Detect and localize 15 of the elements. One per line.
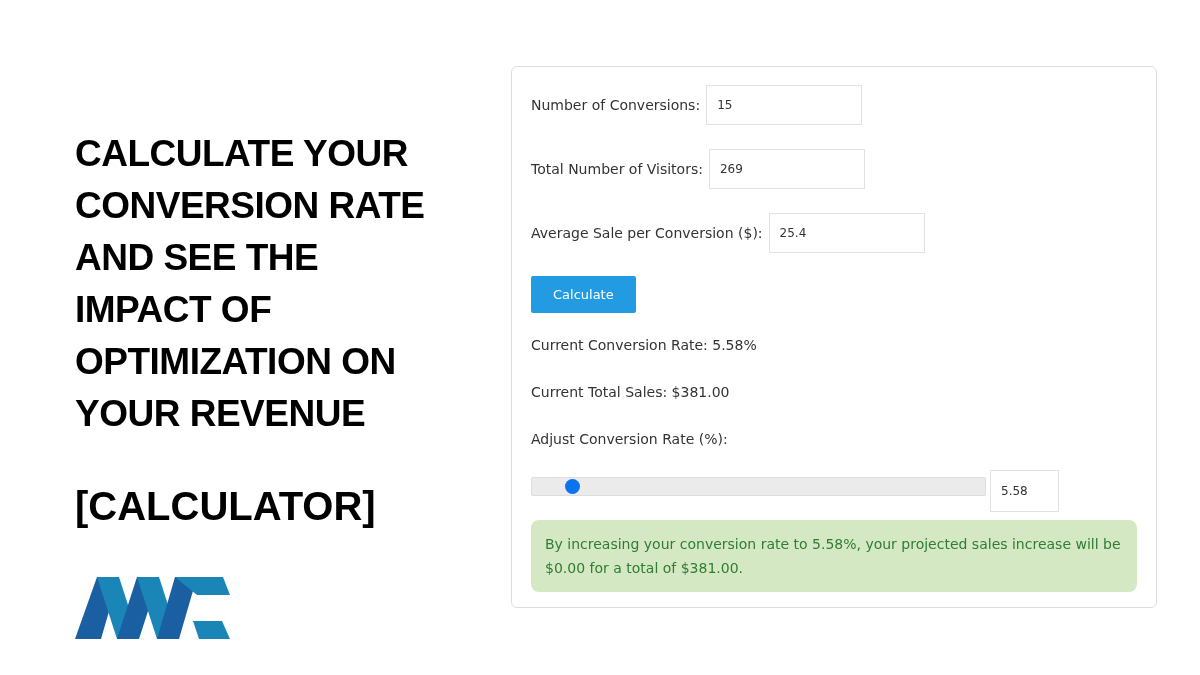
slider[interactable] [531, 476, 986, 496]
result-message: By increasing your conversion rate to 5.58%, your projected sales increase will be $0.00 for a total of $381.00. [531, 520, 1137, 592]
field-label: Number of Conversions: [531, 97, 701, 113]
logo-icon [75, 577, 230, 639]
page-subheading: [CALCULATOR] [75, 484, 377, 529]
slider-label: Adjust Conversion Rate (%): [531, 430, 729, 449]
field-label: Total Number of Visitors: [531, 161, 703, 177]
input-field[interactable]: 15 [706, 85, 863, 125]
rate-input-field[interactable]: 5.58 [990, 470, 1059, 512]
field-label: Average Sale per Conversion ($): [531, 225, 763, 241]
page-heading: CALCULATE YOUR CONVERSION RATE AND SEE THE IMPACT OF OPTIMIZATION ON YOUR REVENUE [75, 132, 426, 436]
input-field[interactable]: 25.4 [768, 213, 925, 253]
result-text: Current Conversion Rate: 5.58% [531, 336, 758, 355]
input-field[interactable]: 269 [708, 149, 865, 189]
result-text: Current Total Sales: $381.00 [531, 383, 731, 402]
